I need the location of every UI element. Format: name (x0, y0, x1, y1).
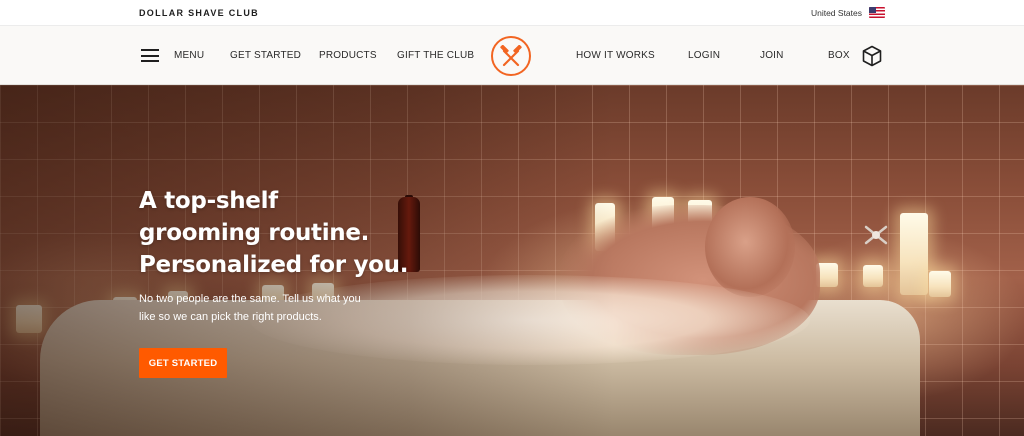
region-label: United States (810, 7, 862, 18)
headline-line: grooming routine. (139, 220, 370, 246)
top-utility-bar: DOLLAR SHAVE CLUB United States (0, 0, 1024, 26)
nav-gift-the-club[interactable]: GIFT THE CLUB (397, 26, 474, 85)
nav-menu[interactable]: MENU (174, 26, 204, 85)
nav-join[interactable]: JOIN (760, 26, 784, 85)
main-navigation: MENU GET STARTED PRODUCTS GIFT THE CLUB … (0, 26, 1024, 85)
region-selector[interactable]: United States (811, 7, 885, 18)
hero-banner: A top-shelf grooming routine. Personaliz… (0, 85, 1024, 436)
nav-products[interactable]: PRODUCTS (319, 26, 377, 85)
headline-line: A top-shelf (139, 188, 278, 214)
headline-line: Personalized for you. (139, 252, 409, 278)
cube-icon[interactable] (862, 45, 882, 67)
brand-wordmark[interactable]: DOLLAR SHAVE CLUB (139, 8, 259, 18)
hamburger-menu-icon[interactable] (141, 48, 159, 63)
nav-how-it-works[interactable]: HOW IT WORKS (576, 26, 655, 85)
nav-login[interactable]: LOGIN (688, 26, 720, 85)
nav-box[interactable]: BOX (828, 26, 850, 85)
get-started-button[interactable]: GET STARTED (139, 348, 227, 378)
hero-headline: A top-shelf grooming routine. Personaliz… (139, 185, 469, 281)
hero-copy: A top-shelf grooming routine. Personaliz… (139, 185, 469, 326)
crossed-razors-logo-icon[interactable] (491, 36, 531, 76)
us-flag-icon (869, 7, 885, 18)
hero-subcopy: No two people are the same. Tell us what… (139, 293, 361, 323)
nav-get-started[interactable]: GET STARTED (230, 26, 301, 85)
